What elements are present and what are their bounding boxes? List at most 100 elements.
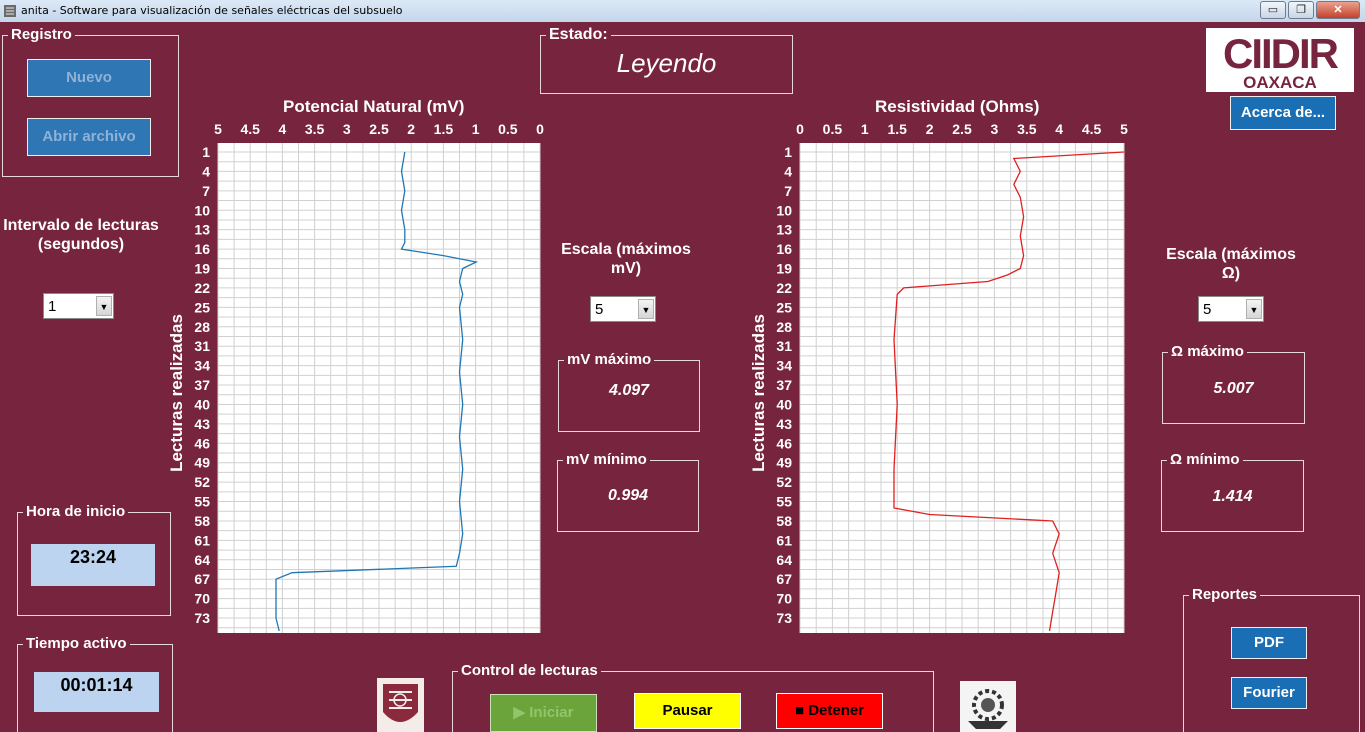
chart-pn-x-tick: 3	[343, 121, 351, 137]
pdf-button[interactable]: PDF	[1231, 627, 1307, 659]
chart-res-y-tick: 58	[776, 513, 792, 529]
chart-res-x-tick: 4.5	[1082, 121, 1102, 137]
escala-ohm-value: 5	[1203, 301, 1212, 318]
chart-pn-y-tick: 16	[194, 241, 210, 257]
escala-ohm-label: Escala (máximos Ω)	[1166, 246, 1296, 282]
reportes-label: Reportes	[1189, 587, 1261, 603]
chart-pn-x-tick: 3.5	[305, 121, 325, 137]
chart-pn-y-tick: 22	[194, 280, 210, 296]
chart-res-x-tick: 0	[796, 121, 804, 137]
chart-res-y-tick: 55	[776, 494, 792, 510]
chevron-down-icon[interactable]: ▼	[638, 299, 654, 319]
chart-res-y-tick: 37	[776, 377, 792, 393]
stop-icon: ■	[794, 702, 805, 719]
chart-res-y-tick: 73	[776, 610, 792, 626]
ciidir-logo: CIIDIR OAXACA	[1206, 28, 1354, 92]
chart-pn-y-tick: 67	[194, 571, 210, 587]
chart-res-y-tick: 31	[776, 338, 792, 354]
chart-pn-y-tick: 64	[194, 552, 210, 568]
ohm-min-label: Ω mínimo	[1167, 452, 1243, 468]
chart-res-x-tick: 3	[991, 121, 999, 137]
escala-mv-value: 5	[595, 301, 604, 318]
chart-res-y-tick: 28	[776, 319, 792, 335]
chart-pn-y-tick: 28	[194, 319, 210, 335]
chart-res-y-tick: 67	[776, 571, 792, 587]
gear-logo	[960, 681, 1016, 732]
chart-res-y-tick: 25	[776, 299, 792, 315]
ohm-max-label: Ω máximo	[1168, 344, 1247, 360]
chart-pn-y-tick: 52	[194, 474, 210, 490]
mv-max-label: mV máximo	[564, 352, 655, 368]
chart-pn-x-tick: 2	[407, 121, 415, 137]
chart-res-x-tick: 2.5	[952, 121, 972, 137]
chart-res-x-tick: 0.5	[823, 121, 843, 137]
chart-res-y-tick: 70	[776, 591, 792, 607]
chart-pn-y-tick: 40	[194, 396, 210, 412]
chart-pn-x-tick: 0	[536, 121, 544, 137]
chart-pn-x-tick: 2.5	[369, 121, 389, 137]
chart-pn-y-tick: 7	[202, 183, 210, 199]
chart-res-x-tick: 1.5	[887, 121, 907, 137]
detener-button[interactable]: ■ Detener	[776, 693, 883, 729]
chart-pn-y-tick: 73	[194, 610, 210, 626]
chart-pn-y-tick: 58	[194, 513, 210, 529]
chart-pn-x-tick: 5	[214, 121, 222, 137]
chart-pn-y-tick: 34	[194, 358, 210, 374]
chart-pn-y-tick: 10	[194, 202, 210, 218]
chart-res-x-tick: 1	[861, 121, 869, 137]
chart-res-y-tick: 7	[784, 183, 792, 199]
chart-res-y-tick: 13	[776, 222, 792, 238]
escala-ohm-select[interactable]: 5 ▼	[1198, 296, 1264, 322]
chart-res-y-tick: 43	[776, 416, 792, 432]
chart-pn-y-tick: 19	[194, 261, 210, 277]
mv-max-value: 4.097	[608, 382, 650, 399]
chart-res-x-tick: 2	[926, 121, 934, 137]
chart-pn-x-tick: 0.5	[498, 121, 518, 137]
chart-res-x-tick: 4	[1055, 121, 1063, 137]
play-icon: ▶	[513, 704, 526, 721]
chart-pn-y-tick: 70	[194, 591, 210, 607]
mv-min-label: mV mínimo	[563, 452, 650, 468]
chart-pn-y-tick: 13	[194, 222, 210, 238]
chart-pn-x-tick: 4.5	[240, 121, 260, 137]
detener-label: Detener	[808, 702, 865, 719]
chart-res-y-tick: 34	[776, 358, 792, 374]
chart-pn-y-label: Lecturas realizadas	[167, 314, 186, 472]
chart-pn-y-tick: 31	[194, 338, 210, 354]
chart-pn-x-tick: 1.5	[434, 121, 454, 137]
logo-line2: OAXACA	[1243, 73, 1317, 92]
reportes-group: Reportes	[1183, 587, 1360, 732]
chart-pn-y-tick: 55	[194, 494, 210, 510]
chart-pn-y-tick: 61	[194, 532, 210, 548]
chart-res-y-tick: 46	[776, 435, 792, 451]
chevron-down-icon[interactable]: ▼	[1246, 299, 1262, 319]
logo-line1: CIIDIR	[1223, 30, 1339, 77]
chart-pn-y-tick: 4	[202, 163, 210, 179]
pausar-button[interactable]: Pausar	[634, 693, 741, 729]
chart-pn-y-tick: 43	[194, 416, 210, 432]
chart-pn-x-tick: 4	[279, 121, 287, 137]
chart-pn-y-tick: 1	[202, 144, 210, 160]
chart-pn-y-tick: 46	[194, 435, 210, 451]
fourier-button[interactable]: Fourier	[1231, 677, 1307, 709]
chart-res-y-tick: 4	[784, 163, 792, 179]
ohm-min-value: 1.414	[1212, 488, 1253, 505]
chart-res-y-label: Lecturas realizadas	[749, 314, 768, 472]
mv-min-value: 0.994	[607, 487, 649, 504]
chart-res-y-tick: 61	[776, 532, 792, 548]
chart-pn-y-tick: 37	[194, 377, 210, 393]
escala-mv-label: Escala (máximos mV)	[561, 241, 691, 277]
chart-res-y-tick: 49	[776, 455, 792, 471]
ciidir-logo-image: CIIDIR OAXACA	[1223, 30, 1341, 92]
chart-res-y-tick: 22	[776, 280, 792, 296]
chart-res-y-tick: 16	[776, 241, 792, 257]
chart-pn-x-tick: 1	[472, 121, 480, 137]
chart-pn-y-tick: 49	[194, 455, 210, 471]
chart-res-x-tick: 3.5	[1017, 121, 1037, 137]
chart-res-y-tick: 10	[776, 202, 792, 218]
chart-pn-y-tick: 25	[194, 299, 210, 315]
escala-mv-select[interactable]: 5 ▼	[590, 296, 656, 322]
acerca-button[interactable]: Acerca de...	[1230, 96, 1336, 130]
control-label: Control de lecturas	[458, 663, 601, 679]
iniciar-button[interactable]: ▶ Iniciar	[490, 694, 597, 732]
